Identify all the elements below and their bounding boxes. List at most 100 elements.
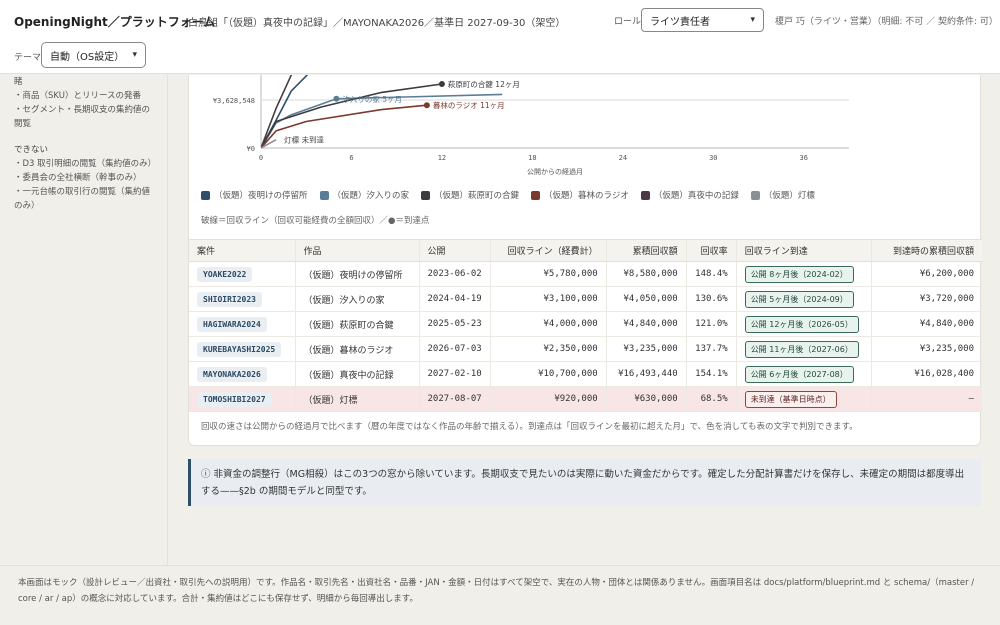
- title-cell: （仮題）真夜中の記録: [294, 361, 419, 387]
- cumulative-cell: ¥4,050,000: [605, 286, 687, 312]
- legend-item[interactable]: （仮題）萩原町の合鍵: [421, 189, 519, 201]
- status-badge: 公開 6ヶ月後（2027-08）: [744, 365, 854, 383]
- role-select[interactable]: ライツ責任者 ▾: [641, 8, 764, 32]
- rate-cell: 137.7%: [685, 336, 737, 362]
- status-cell: 未到達（基準日時点）: [735, 386, 872, 412]
- column-header[interactable]: 回収ライン（経費計）: [489, 239, 607, 262]
- x-tick-label: 6: [349, 154, 353, 162]
- table-note: 回収の速さは公開からの経過月で比べます（暦の年度ではなく作品の年齢で揃える）。到…: [201, 422, 858, 432]
- sidebar-line: ・D3 取引明細の閲覧（集約値のみ）: [14, 159, 157, 169]
- info-callout: ⓘ 非資金の調整行（MG相殺）はこの3つの窓から除いています。長期収支で見たいの…: [188, 459, 981, 506]
- x-tick-label: 36: [800, 154, 808, 162]
- x-axis-label: 公開からの経過月: [527, 167, 583, 176]
- title-cell: （仮題）暮林のラジオ: [294, 336, 419, 362]
- legend-swatch: [750, 190, 760, 200]
- status-cell: 公開 6ヶ月後（2027-08）: [735, 361, 872, 387]
- sidebar-line: ・セグメント・長期収支の集約値の閲覧: [14, 105, 151, 129]
- project-code-badge[interactable]: KUREBAYASHI2025: [197, 341, 282, 357]
- column-header[interactable]: 到達時の累積回収額: [870, 239, 982, 262]
- release-cell: 2026-07-03: [418, 336, 491, 362]
- legend-swatch: [531, 190, 541, 200]
- column-header[interactable]: 公開: [418, 239, 491, 262]
- code-cell: KUREBAYASHI2025: [189, 336, 295, 362]
- sidebar-line: ・一元台帳の取引行の閲覧（集約値のみ）: [14, 187, 151, 211]
- code-cell: SHIOIRI2023: [189, 286, 295, 312]
- user-info: 榎戸 巧（ライツ・営業）（明細: 不可 ／ 契約条件: 可）: [775, 17, 998, 27]
- recoup-line-cell: ¥5,780,000: [489, 261, 607, 287]
- x-tick-label: 0: [259, 154, 263, 162]
- info-text: 非資金の調整行（MG相殺）はこの3つの窓から除いています。長期収支で見たいのは実…: [201, 469, 965, 497]
- cumulative-cell: ¥8,580,000: [605, 261, 687, 287]
- status-cell: 公開 12ヶ月後（2026-05）: [735, 311, 872, 337]
- recoup-line-cell: ¥920,000: [489, 386, 607, 412]
- column-header[interactable]: 累積回収額: [605, 239, 687, 262]
- at-reach-cell: ¥3,235,000: [870, 336, 982, 362]
- at-reach-cell: ¥6,200,000: [870, 261, 982, 287]
- table-row[interactable]: TOMOSHIBI2027 （仮題）灯標 2027-08-07 ¥920,000…: [189, 386, 982, 412]
- reach-point-label: 萩原町の合鍵 12ヶ月: [448, 79, 520, 89]
- release-cell: 2027-08-07: [418, 386, 491, 412]
- recoup-line-cell: ¥3,100,000: [489, 286, 607, 312]
- cumulative-cell: ¥4,840,000: [605, 311, 687, 337]
- title-cell: （仮題）灯標: [294, 386, 419, 412]
- status-badge: 公開 11ヶ月後（2027-06）: [744, 340, 859, 358]
- status-badge: 公開 8ヶ月後（2024-02）: [744, 265, 854, 283]
- rate-cell: 154.1%: [685, 361, 737, 387]
- chevron-down-icon: ▾: [132, 50, 137, 60]
- code-cell: MAYONAKA2026: [189, 361, 295, 387]
- cumulative-cell: ¥3,235,000: [605, 336, 687, 362]
- sidebar-line: ・委員会の全社横断（幹事のみ）: [14, 173, 142, 183]
- table-header-row: 案件 作品 公開 回収ライン（経費計） 累積回収額 回収率 回収ライン到達 到達…: [189, 239, 982, 262]
- column-header[interactable]: 回収率: [685, 239, 737, 262]
- cumulative-cell: ¥16,493,440: [605, 361, 687, 387]
- title-cell: （仮題）萩原町の合鍵: [294, 311, 419, 337]
- project-code-badge[interactable]: SHIOIRI2023: [197, 291, 262, 307]
- column-header[interactable]: 回収ライン到達: [735, 239, 872, 262]
- project-code-badge[interactable]: MAYONAKA2026: [197, 366, 267, 382]
- project-code-badge[interactable]: HAGIWARA2024: [197, 316, 267, 332]
- rate-cell: 121.0%: [685, 311, 737, 337]
- legend-swatch: [201, 190, 210, 200]
- legend-item[interactable]: （仮題）真夜中の記録: [640, 189, 739, 201]
- legend-swatch: [640, 190, 650, 200]
- code-cell: HAGIWARA2024: [189, 311, 295, 337]
- code-cell: TOMOSHIBI2027: [189, 386, 295, 412]
- recoup-line-cell: ¥4,000,000: [489, 311, 607, 337]
- rate-cell: 68.5%: [685, 386, 737, 412]
- project-code-badge[interactable]: YOAKE2022: [197, 266, 253, 282]
- legend-swatch: [319, 190, 329, 200]
- at-reach-cell: ¥3,720,000: [870, 286, 982, 312]
- column-header[interactable]: 案件: [189, 239, 295, 262]
- column-header[interactable]: 作品: [294, 239, 419, 262]
- x-tick-label: 30: [709, 154, 717, 162]
- reach-point-label: 汐入りの家 5ヶ月: [342, 94, 402, 104]
- reach-point-label: 灯標 未到達: [284, 135, 324, 145]
- table-row[interactable]: MAYONAKA2026 （仮題）真夜中の記録 2027-02-10 ¥10,7…: [189, 361, 982, 387]
- theme-select[interactable]: 自動（OS設定） ▾: [41, 42, 146, 68]
- legend-label: （仮題）灯標: [763, 191, 815, 201]
- legend-item[interactable]: （仮題）暮林のラジオ: [531, 189, 629, 201]
- project-code-badge[interactable]: TOMOSHIBI2027: [197, 391, 272, 407]
- legend-label: （仮題）汐入りの家: [332, 191, 410, 201]
- legend-label: （仮題）暮林のラジオ: [544, 191, 629, 201]
- title-cell: （仮題）夜明けの停留所: [294, 261, 419, 287]
- rate-cell: 130.6%: [685, 286, 737, 312]
- role-label: ロール: [614, 17, 642, 27]
- table-row[interactable]: SHIOIRI2023 （仮題）汐入りの家 2024-04-19 ¥3,100,…: [189, 286, 982, 312]
- table-row[interactable]: HAGIWARA2024 （仮題）萩原町の合鍵 2025-05-23 ¥4,00…: [189, 311, 982, 337]
- x-tick-label: 24: [619, 154, 627, 162]
- status-cell: 公開 11ヶ月後（2027-06）: [735, 336, 872, 362]
- table-row[interactable]: YOAKE2022 （仮題）夜明けの停留所 2023-06-02 ¥5,780,…: [189, 261, 982, 287]
- legend-item[interactable]: （仮題）汐入りの家: [319, 189, 410, 201]
- at-reach-cell: —: [870, 386, 982, 412]
- recoup-line-cell: ¥2,350,000: [489, 336, 607, 362]
- app-brand[interactable]: OpeningNight／プラットフォーム: [14, 13, 215, 30]
- reach-point: [438, 80, 445, 87]
- table-row[interactable]: KUREBAYASHI2025 （仮題）暮林のラジオ 2026-07-03 ¥2…: [189, 336, 982, 362]
- sidebar-line: ・商品（SKU）とリリースの発番: [14, 91, 142, 101]
- top-header: OpeningNight／プラットフォーム 白鳥組「（仮題）真夜中の記録」／MA…: [0, 0, 1000, 74]
- legend-label: （仮題）萩原町の合鍵: [434, 191, 520, 201]
- legend-item[interactable]: （仮題）灯標: [750, 189, 815, 201]
- legend-label: （仮題）真夜中の記録: [653, 191, 739, 201]
- legend-item[interactable]: （仮題）夜明けの停留所: [201, 189, 308, 201]
